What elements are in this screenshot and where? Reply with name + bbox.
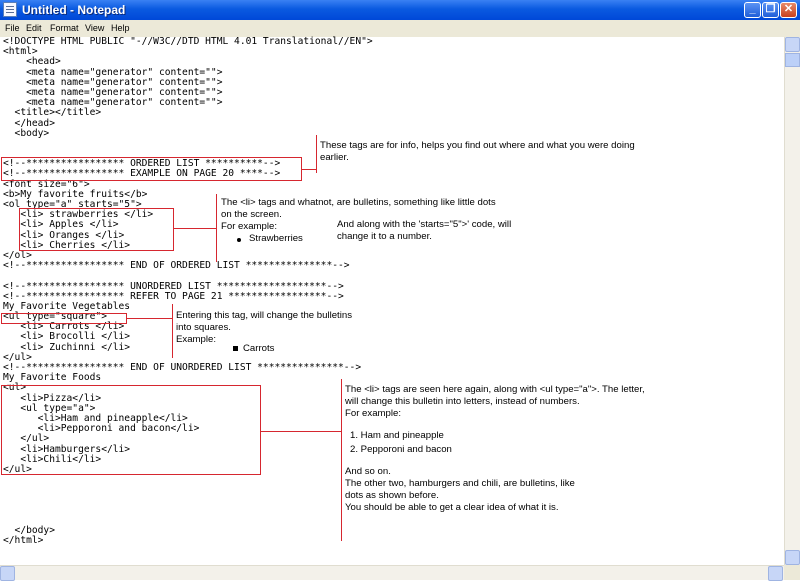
connector-line	[302, 169, 317, 170]
note-line: change it to a number.	[337, 231, 432, 242]
code-line: </body>	[3, 525, 55, 536]
menu-edit[interactable]: Edit	[26, 23, 42, 34]
highlight-foods	[1, 385, 261, 475]
code-line: <!DOCTYPE HTML PUBLIC "-//W3C//DTD HTML …	[3, 36, 373, 47]
note-line: These tags are for info, helps you find …	[320, 140, 635, 151]
note-line: will change this bulletin into letters, …	[345, 396, 580, 407]
connector-line	[174, 228, 216, 229]
title-bar[interactable]: Untitled - Notepad _ ❐ ✕	[0, 0, 800, 20]
menu-help[interactable]: Help	[111, 23, 130, 34]
size-grip[interactable]	[784, 565, 800, 580]
note-line: You should be able to get a clear idea o…	[345, 502, 559, 513]
note-line: The <li> tags are seen here again, along…	[345, 384, 645, 395]
note-info: These tags are for info, helps you find …	[320, 140, 635, 164]
minimize-icon: _	[749, 3, 756, 15]
scroll-down-button[interactable]	[785, 550, 800, 565]
highlight-ul-square	[1, 313, 127, 324]
connector-line	[316, 135, 317, 173]
scroll-left-button[interactable]	[0, 566, 15, 581]
code-line: <!--***************** END OF ORDERED LIS…	[3, 260, 350, 272]
note-line: Carrots	[243, 343, 275, 354]
square-bullet-icon	[233, 346, 238, 351]
note-line: And along with the 'starts="5">' code, w…	[337, 219, 512, 230]
vertical-scrollbar[interactable]	[784, 37, 800, 565]
connector-line	[216, 194, 217, 262]
menu-file[interactable]: File	[5, 23, 20, 34]
maximize-icon: ❐	[765, 3, 776, 15]
note-foods: The <li> tags are seen here again, along…	[345, 384, 645, 514]
connector-line	[261, 431, 341, 432]
menu-format[interactable]: Format	[50, 23, 79, 34]
bullet-dot-icon	[237, 238, 241, 242]
note-line: dots as shown before.	[345, 490, 439, 501]
connector-line	[341, 379, 342, 541]
note-line: 2. Pepporoni and bacon	[350, 444, 452, 455]
code-line: My Favorite Foods	[3, 372, 102, 384]
code-line: </head>	[3, 117, 55, 129]
scroll-right-button[interactable]	[768, 566, 783, 581]
menu-bar: File Edit Format View Help	[0, 20, 800, 37]
scroll-up-button[interactable]	[785, 37, 800, 52]
close-button[interactable]: ✕	[780, 2, 797, 18]
code-line: <title></title>	[3, 107, 102, 119]
note-line: Entering this tag, will change the bulle…	[176, 310, 352, 321]
notepad-icon[interactable]	[3, 2, 17, 17]
horizontal-scrollbar[interactable]	[0, 565, 784, 581]
highlight-comments	[1, 157, 302, 181]
text-editor[interactable]: <!DOCTYPE HTML PUBLIC "-//W3C//DTD HTML …	[0, 36, 784, 565]
note-line: earlier.	[320, 152, 349, 163]
close-icon: ✕	[783, 3, 794, 15]
note-line: The other two, hamburgers and chili, are…	[345, 478, 575, 489]
note-line: 1. Ham and pineapple	[350, 430, 444, 441]
connector-line	[172, 304, 173, 358]
connector-line	[127, 318, 172, 319]
menu-view[interactable]: View	[85, 23, 104, 34]
note-square: Entering this tag, will change the bulle…	[176, 310, 352, 346]
note-starts: And along with the 'starts="5">' code, w…	[337, 219, 511, 243]
note-line: And so on.	[345, 466, 391, 477]
code-line: <body>	[3, 127, 50, 139]
window-title: Untitled - Notepad	[22, 3, 126, 17]
scroll-thumb[interactable]	[785, 53, 800, 67]
maximize-button[interactable]: ❐	[762, 2, 779, 18]
code-line: </html>	[3, 535, 44, 547]
minimize-button[interactable]: _	[744, 2, 761, 18]
note-line: The <li> tags and whatnot, are bulletins…	[221, 197, 496, 208]
highlight-li-fruits	[19, 208, 174, 251]
note-line: into squares.	[176, 322, 231, 333]
note-line: For example:	[345, 408, 401, 419]
